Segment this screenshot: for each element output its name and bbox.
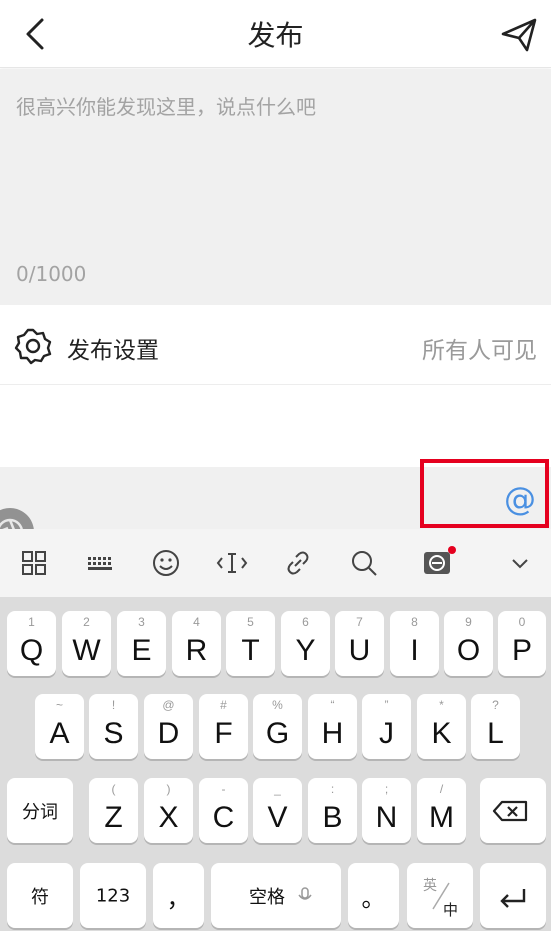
space-key[interactable]: 空格 — [211, 863, 341, 928]
period-key[interactable]: 。 — [348, 863, 399, 928]
key-b[interactable]: :B — [308, 778, 357, 843]
key-t[interactable]: 5T — [226, 611, 275, 676]
symbol-key[interactable]: 符 — [7, 863, 73, 928]
send-icon — [501, 18, 537, 52]
key-z[interactable]: (Z — [89, 778, 138, 843]
key-v[interactable]: _ V — [253, 778, 302, 843]
key-j[interactable]: ” J — [362, 694, 411, 759]
key-h[interactable]: “H — [308, 694, 357, 759]
key-g[interactable]: % G — [253, 694, 302, 759]
key-w[interactable]: 2W — [62, 611, 111, 676]
key-p[interactable]: 0P — [498, 611, 546, 676]
key-k[interactable]: * K — [417, 694, 466, 759]
apps-grid-icon[interactable] — [15, 544, 53, 582]
comma-key[interactable]: ， — [153, 863, 204, 928]
microphone-icon — [298, 887, 312, 900]
keyboard-icon[interactable] — [81, 544, 119, 582]
visibility-value: 所有人可见 — [422, 338, 537, 364]
post-editor: 0/1000 — [0, 69, 551, 305]
key-n[interactable]: ; N — [362, 778, 411, 843]
enter-icon — [500, 889, 526, 908]
key-l[interactable]: ? L — [471, 694, 520, 759]
gear-icon — [14, 328, 52, 365]
key-a[interactable]: ~ A — [35, 694, 84, 759]
key-d[interactable]: @ D — [144, 694, 193, 759]
key-e[interactable]: 3E — [117, 611, 166, 676]
publish-settings-row[interactable]: 发布设置 所有人可见 — [0, 305, 551, 385]
key-c[interactable]: -C — [199, 778, 248, 843]
key-q[interactable]: 1Q — [7, 611, 56, 676]
key-s[interactable]: ! S — [89, 694, 138, 759]
post-content-input[interactable] — [0, 69, 551, 259]
send-button[interactable] — [497, 12, 541, 56]
backspace-icon — [492, 800, 528, 822]
key-m[interactable]: / M — [417, 778, 466, 843]
enter-key[interactable] — [480, 863, 546, 928]
char-counter: 0/1000 — [16, 262, 87, 286]
page-title: 发布 — [247, 19, 304, 52]
keyboard-toolbar — [0, 529, 551, 597]
segment-key[interactable]: 分词 — [7, 778, 73, 843]
key-o[interactable]: 9O — [444, 611, 493, 676]
highlight-box — [420, 459, 549, 528]
key-x[interactable]: ) X — [144, 778, 193, 843]
key-f[interactable]: # F — [199, 694, 248, 759]
key-u[interactable]: 7U — [335, 611, 384, 676]
translate-icon[interactable] — [418, 544, 456, 582]
key-y[interactable]: 6Y — [281, 611, 330, 676]
link-icon[interactable] — [279, 544, 317, 582]
key-i[interactable]: 8I — [390, 611, 439, 676]
emoji-icon[interactable] — [147, 544, 185, 582]
number-key[interactable]: 123 — [80, 863, 146, 928]
header: 发布 — [0, 0, 551, 68]
search-icon[interactable] — [345, 544, 383, 582]
cursor-icon[interactable] — [213, 544, 251, 582]
publish-settings-label: 发布设置 — [67, 338, 159, 364]
keyboard: 1Q 2W 3E 4R 5T 6Y 7U 8I 9O 0P ~ A ! S @ D #… — [0, 597, 551, 931]
backspace-key[interactable] — [480, 778, 546, 843]
language-switch-key[interactable]: 英 中 — [407, 863, 473, 928]
key-r[interactable]: 4R — [172, 611, 221, 676]
chevron-down-icon[interactable] — [501, 544, 539, 582]
